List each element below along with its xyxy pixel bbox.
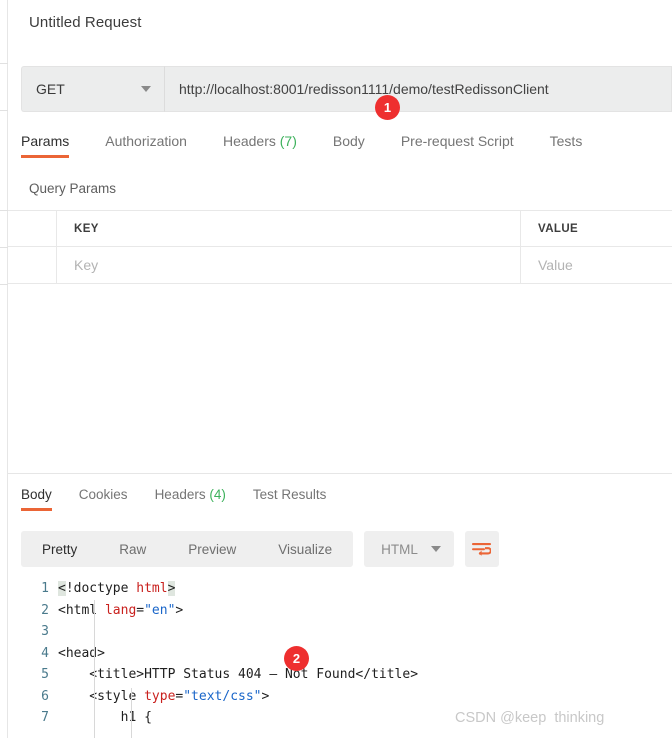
code-line: 5 <title>HTTP Status 404 – Not Found</ti… [8,664,672,686]
tab-label: Tests [549,133,583,149]
annotation-badge-2: 2 [284,646,309,671]
response-tab-label: Cookies [78,487,128,502]
code-token: = [136,602,145,618]
code-token: <html [58,602,105,618]
response-tabs: Body Cookies Headers (4) Test Results [21,487,353,511]
table-header-row: KEY VALUE [8,210,672,247]
line-number: 1 [41,581,49,597]
code-line-text: <head> [58,646,105,661]
watermark: CSDN @keep thinking [455,710,605,726]
code-line: 4 <head> [8,643,672,665]
response-tab-headers[interactable]: Headers (4) [155,487,226,511]
code-line: 3 [8,621,672,643]
key-input-placeholder[interactable]: Key [74,257,98,273]
code-token: h1 { [58,710,152,726]
code-token: > [175,602,184,618]
code-line-text: <style type="text/css"> [58,689,269,704]
code-token: "text/css" [183,688,262,704]
tab-label: Authorization [105,133,187,149]
response-tab-test-results[interactable]: Test Results [253,487,327,511]
postman-window: Untitled Request GET http://localhost:80… [0,0,672,738]
response-tab-count: (4) [209,487,226,502]
row-value-cell[interactable]: Value [521,247,672,283]
code-token: < [58,581,66,597]
code-token: html [136,581,168,597]
tab-count: (7) [279,133,297,149]
response-tab-label: Headers [154,487,206,502]
line-number: 2 [41,602,49,618]
line-number: 3 [41,624,49,640]
tab-headers[interactable]: Headers (7) [223,133,297,158]
view-mode-visualize[interactable]: Visualize [257,542,353,557]
response-tab-cookies[interactable]: Cookies [79,487,128,511]
request-tabs: Params Authorization Headers (7) Body Pre-re… [21,133,672,167]
url-bar: GET http://localhost:8001/redisson1111/d… [21,66,672,112]
code-token: <head> [58,645,105,661]
code-token: !doctype [65,581,137,597]
code-line-text: <title>HTTP Status 404 – Not Found</titl… [58,667,418,682]
code-line: 1 <!doctype html> [8,578,672,600]
code-line-text: <!doctype html> [58,581,176,597]
code-token: <title>HTTP Status 404 – Not Found</titl… [58,667,419,683]
column-header-value: VALUE [538,222,579,235]
response-body-toolbar: Pretty Raw Preview Visualize HTML [21,531,499,567]
tab-authorization[interactable]: Authorization [105,133,187,158]
tab-tests[interactable]: Tests [550,133,583,158]
line-number: 5 [41,667,49,683]
column-header-key: KEY [74,222,99,235]
tab-body[interactable]: Body [333,133,365,158]
code-token: > [167,581,176,597]
view-mode-group: Pretty Raw Preview Visualize [21,531,354,567]
code-line-text: <html lang="en"> [58,603,183,618]
url-input[interactable]: http://localhost:8001/redisson1111/demo/… [164,66,672,112]
wrap-text-button[interactable] [464,531,499,567]
query-params-label: Query Params [29,181,117,196]
code-line: 6 <style type="text/css"> [8,686,672,708]
indent-guide [94,600,95,738]
request-title[interactable]: Untitled Request [29,14,142,31]
row-checkbox-cell[interactable] [8,247,57,283]
format-label: HTML [381,541,418,557]
code-line: 2 <html lang="en"> [8,600,672,622]
header-checkbox-cell [8,211,57,246]
wrap-text-icon [472,542,492,556]
tab-label: Pre-request Script [400,133,514,149]
method-selector[interactable]: GET [21,66,164,112]
annotation-badge-1: 1 [375,95,400,120]
header-value-cell: VALUE [521,211,672,246]
code-line-text: h1 { [58,710,152,725]
code-token: type [144,688,176,704]
code-token: lang [104,602,137,618]
code-token: "en" [144,602,176,618]
table-row[interactable]: Key Value [8,247,672,284]
tab-label: Headers [222,133,276,149]
line-number: 4 [41,645,49,661]
url-text: http://localhost:8001/redisson1111/demo/… [179,81,549,97]
response-tab-label: Body [21,487,52,502]
tab-pre-request-script[interactable]: Pre-request Script [401,133,514,158]
tab-label: Params [21,133,70,149]
panel-divider[interactable] [8,473,672,474]
tab-label: Body [332,133,365,149]
method-label: GET [36,81,65,97]
query-params-table: KEY VALUE Key Value [8,210,672,284]
response-tab-label: Test Results [252,487,327,502]
indent-guide [131,688,132,738]
row-key-cell[interactable]: Key [57,247,521,283]
chevron-down-icon [430,546,441,552]
response-tab-body[interactable]: Body [21,487,52,511]
code-token: > [261,688,270,704]
value-input-placeholder[interactable]: Value [538,257,573,273]
view-mode-pretty[interactable]: Pretty [21,542,98,557]
tab-params[interactable]: Params [21,133,70,158]
line-number: 7 [41,710,49,726]
left-rail [0,0,8,738]
header-key-cell: KEY [57,211,521,246]
line-number: 6 [41,688,49,704]
view-mode-raw[interactable]: Raw [98,542,167,557]
view-mode-preview[interactable]: Preview [167,542,257,557]
format-selector[interactable]: HTML [364,531,454,567]
chevron-down-icon [141,86,151,92]
